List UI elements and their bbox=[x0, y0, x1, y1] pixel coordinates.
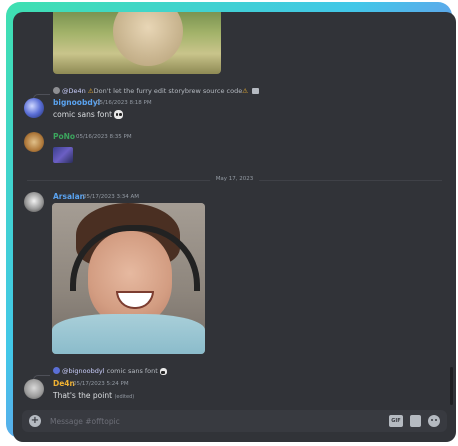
timestamp: 05/17/2023 3:34 AM bbox=[83, 194, 140, 200]
author-name[interactable]: PoNo bbox=[53, 132, 75, 141]
skull-icon bbox=[159, 368, 167, 375]
scrollbar-thumb[interactable] bbox=[450, 367, 453, 405]
reply-avatar bbox=[53, 87, 60, 94]
message-text: comic sans font bbox=[53, 110, 124, 119]
avatar[interactable] bbox=[24, 192, 44, 212]
message-content: comic sans font bbox=[53, 110, 113, 119]
avatar[interactable] bbox=[24, 379, 44, 399]
edited-label: (edited) bbox=[114, 394, 135, 400]
reply-text: comic sans font bbox=[106, 367, 158, 375]
chat-window: @De4n ⚠Don't let the furry edit storybre… bbox=[13, 12, 456, 442]
image-icon bbox=[252, 88, 260, 94]
plus-circle-icon[interactable]: + bbox=[29, 415, 41, 427]
message-composer: + GIF bbox=[22, 410, 447, 432]
timestamp: 05/17/2023 5:24 PM bbox=[73, 381, 129, 387]
image-attachment-previous[interactable] bbox=[53, 12, 221, 74]
timestamp: 05/16/2023 8:35 PM bbox=[76, 134, 132, 140]
sticker-icon[interactable] bbox=[410, 415, 421, 427]
message-input[interactable] bbox=[50, 414, 350, 428]
timestamp: 05/16/2023 8:18 PM bbox=[96, 100, 152, 106]
reply-avatar bbox=[53, 367, 60, 374]
avatar[interactable] bbox=[24, 132, 44, 152]
avatar[interactable] bbox=[24, 98, 44, 118]
message-content: That's the point bbox=[53, 391, 113, 400]
author-name[interactable]: bignoobdyl bbox=[53, 98, 100, 107]
emoji-icon[interactable] bbox=[428, 415, 440, 427]
reply-preview[interactable]: @bignoobdyl comic sans font bbox=[53, 367, 167, 375]
image-subject bbox=[113, 12, 183, 66]
author-name[interactable]: De4n bbox=[53, 379, 75, 388]
gif-attachment[interactable] bbox=[52, 203, 205, 354]
warning-icon: ⚠ bbox=[242, 87, 249, 95]
gif-shirt bbox=[52, 314, 205, 354]
reply-mention[interactable]: @bignoobdyl bbox=[62, 367, 105, 375]
reply-mention[interactable]: @De4n bbox=[62, 87, 86, 95]
image-attachment[interactable] bbox=[53, 147, 73, 163]
reply-preview[interactable]: @De4n ⚠Don't let the furry edit storybre… bbox=[53, 87, 260, 95]
date-divider-label: May 17, 2023 bbox=[209, 176, 260, 182]
message-list[interactable]: @De4n ⚠Don't let the furry edit storybre… bbox=[13, 12, 456, 442]
message-text: That's the point (edited) bbox=[53, 391, 134, 400]
reply-text: Don't let the furry edit storybrew sourc… bbox=[93, 87, 243, 95]
author-name[interactable]: Arsalan bbox=[53, 192, 85, 201]
skull-icon bbox=[114, 110, 124, 119]
gif-button[interactable]: GIF bbox=[389, 415, 403, 427]
